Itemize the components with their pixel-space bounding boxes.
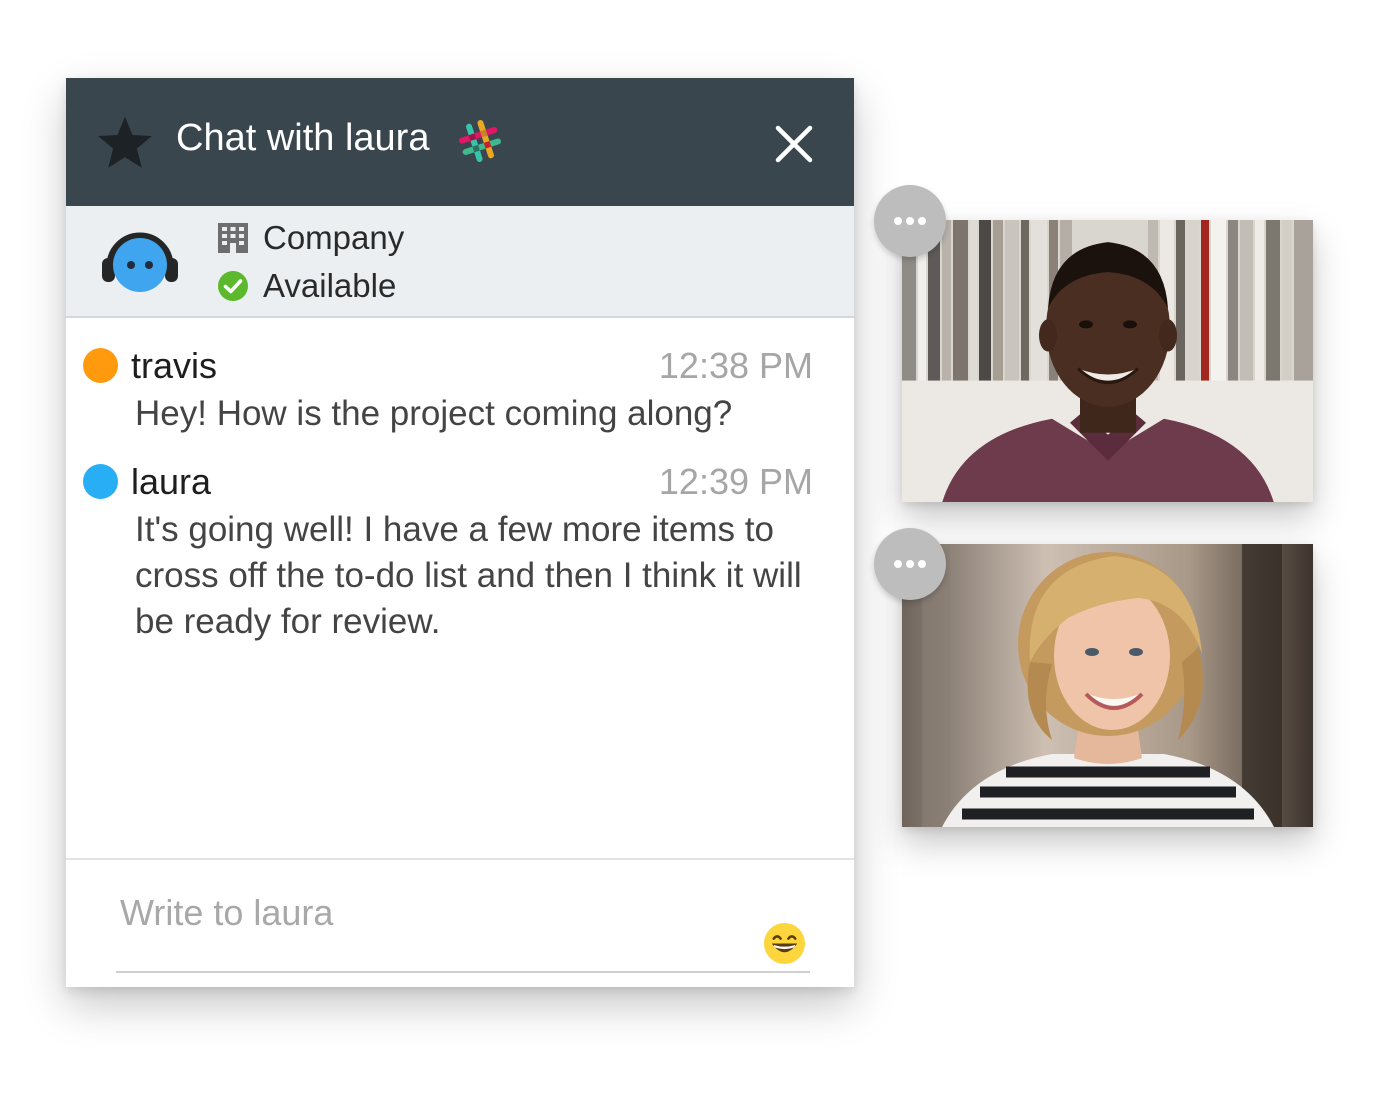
video-feed-woman	[902, 544, 1313, 827]
more-dot	[906, 560, 914, 568]
video-tile-man[interactable]	[902, 220, 1313, 502]
star-icon[interactable]	[94, 112, 156, 174]
check-circle-icon	[218, 271, 248, 301]
more-dot	[894, 560, 902, 568]
video-feed-man	[902, 220, 1313, 502]
message-input[interactable]	[116, 878, 760, 948]
more-dot	[918, 217, 926, 225]
sender-color-dot	[83, 348, 118, 383]
video-tile-woman[interactable]	[902, 544, 1313, 827]
input-underline	[116, 971, 810, 973]
message-text: It's going well! I have a few more items…	[135, 510, 802, 641]
more-horizontal-icon[interactable]	[874, 185, 946, 257]
message-timestamp: 12:39 PM	[658, 461, 813, 502]
sender-name: travis	[131, 345, 218, 386]
status-row: Available	[216, 266, 396, 306]
more-dot	[918, 560, 926, 568]
more-horizontal-icon[interactable]	[874, 528, 946, 600]
sender-color-dot	[83, 464, 118, 499]
chat-title: Chat with laura	[176, 117, 430, 159]
message-list: travis 12:38 PM Hey! How is the project …	[66, 318, 854, 858]
grinning-emoji-icon[interactable]	[763, 922, 806, 965]
app-stage: Chat with laura Company Available travis…	[0, 0, 1400, 1100]
contact-info-bar: Company Available	[66, 206, 854, 318]
status-text: Available	[263, 267, 397, 304]
building-icon	[218, 223, 248, 253]
company-name: Company	[263, 219, 405, 256]
slack-icon	[458, 119, 502, 163]
bot-avatar-icon	[102, 232, 178, 292]
message-text: Hey! How is the project coming along?	[135, 394, 733, 433]
compose-area	[66, 858, 854, 987]
close-icon[interactable]	[768, 118, 820, 170]
chat-header: Chat with laura	[66, 78, 854, 206]
more-dot	[894, 217, 902, 225]
company-row: Company	[216, 218, 404, 258]
sender-name: laura	[131, 461, 212, 502]
chat-window: Chat with laura Company Available travis…	[66, 78, 854, 987]
message-timestamp: 12:38 PM	[658, 345, 813, 386]
more-dot	[906, 217, 914, 225]
